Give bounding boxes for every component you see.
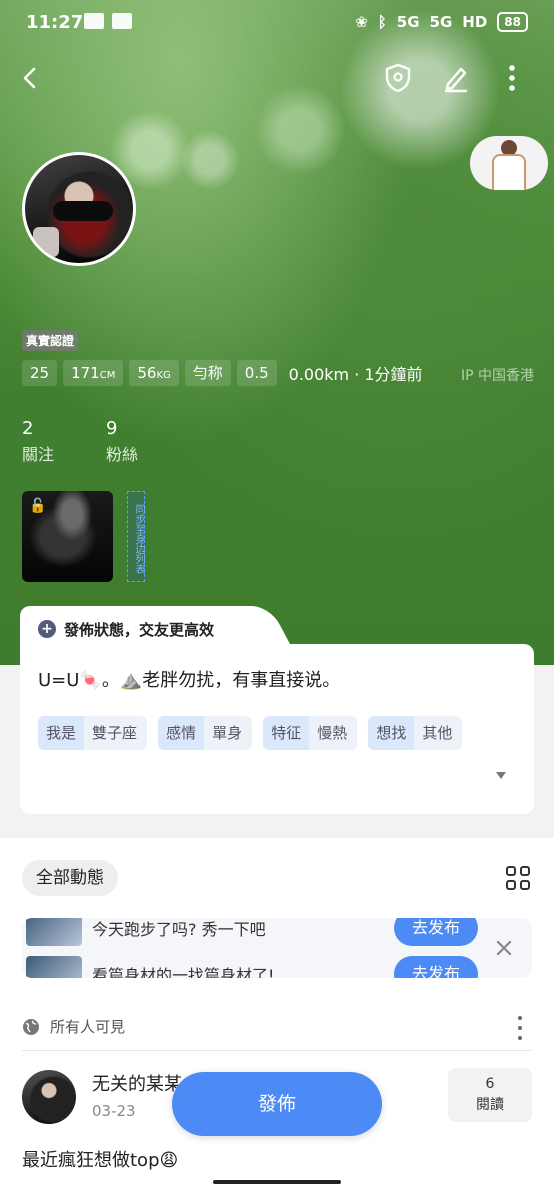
more-vertical-icon (509, 65, 515, 91)
reads-counter: 6 閱讀 (448, 1068, 532, 1122)
visitor-avatar[interactable] (470, 136, 548, 190)
status-bar: 11:27 ❀ ᛒ 5G 5G HD 88 (0, 0, 554, 46)
banner-thumbnail (26, 918, 82, 946)
body-type-chip: 勻称 (184, 360, 231, 386)
status-text: U=U🍬。⛰️老胖勿扰，有事直接说。 (38, 670, 341, 691)
post-date: 03-23 (92, 1102, 136, 1120)
prompt-banner: 今天跑步了吗? 秀一下吧 去发布 看篇身材的一找篇身材了! 去发布 (22, 918, 532, 978)
banner-publish-button[interactable]: 去发布 (394, 918, 478, 946)
publish-button[interactable]: 發佈 (172, 1072, 382, 1136)
signal-icon: 5G (396, 13, 420, 31)
avatar-detail (33, 227, 59, 257)
tag-value: 單身 (204, 716, 253, 750)
divider (22, 1050, 532, 1051)
tag-item[interactable]: 想找 其他 (368, 716, 463, 750)
banner-row: 今天跑步了吗? 秀一下吧 去发布 (22, 918, 532, 948)
tag-item[interactable]: 我是 雙子座 (38, 716, 148, 750)
notification-icon (84, 13, 104, 29)
banner-row: 看篇身材的一找篇身材了! 去发布 (22, 954, 532, 978)
tag-item[interactable]: 感情 單身 (158, 716, 253, 750)
reads-count: 6 (485, 1076, 495, 1092)
role-chip: 0.5 (236, 360, 277, 386)
tag-value: 其他 (414, 716, 463, 750)
weight-unit: KG (156, 370, 171, 381)
post-author-avatar[interactable] (22, 1070, 76, 1124)
height-unit: CM (99, 370, 116, 381)
sync-to-list-button[interactable]: 同步至身边列表 (127, 491, 145, 582)
grid-icon[interactable] (506, 866, 530, 890)
privacy-button[interactable] (380, 60, 416, 96)
status-card: + 發佈狀態，交友更高效 U=U🍬。⛰️老胖勿扰，有事直接说。 我是 雙子座 感情… (20, 606, 534, 814)
feed-section: 全部動態 今天跑步了吗? 秀一下吧 去发布 看篇身材的一找篇身材了! 去发布 所… (0, 838, 554, 1200)
edit-profile-button[interactable] (438, 60, 474, 96)
cluster-icon: ❀ (355, 13, 368, 31)
private-photo[interactable]: 🔓 (22, 491, 113, 582)
hd-label: HD (462, 13, 488, 31)
status-time: 11:27 (26, 12, 84, 33)
height-value: 171 (71, 364, 100, 382)
tag-list: 我是 雙子座 感情 單身 特征 慢熱 想找 其他 (38, 716, 518, 758)
feed-filter-button[interactable]: 全部動態 (22, 860, 118, 896)
banner-text: 今天跑步了吗? 秀一下吧 (92, 920, 266, 939)
tag-value: 雙子座 (84, 716, 148, 750)
pencil-icon (444, 67, 468, 93)
battery-indicator: 88 (497, 12, 528, 32)
shield-icon (385, 63, 411, 93)
status-body: U=U🍬。⛰️老胖勿扰，有事直接说。 我是 雙子座 感情 單身 特征 慢熱 想找 其他 (20, 644, 534, 814)
globe-icon (23, 1018, 39, 1035)
following-label: 關注 (22, 445, 55, 464)
post-more-icon[interactable] (512, 1016, 528, 1040)
distance-time: 0.00km · 1分鐘前 (288, 365, 423, 384)
back-button[interactable] (12, 60, 48, 96)
profile-avatar[interactable] (22, 152, 136, 266)
expand-caret-icon[interactable] (496, 772, 506, 779)
tag-key: 特征 (263, 716, 310, 750)
bluetooth-icon: ᛒ (377, 13, 387, 31)
visibility-label: 所有人可見 (50, 1018, 126, 1036)
reads-label: 閱讀 (476, 1097, 504, 1113)
following-count: 2 (22, 418, 34, 439)
following-stat[interactable]: 2 關注 (22, 418, 54, 465)
banner-thumbnail (26, 956, 82, 978)
plus-icon: + (38, 620, 56, 638)
home-indicator[interactable] (213, 1180, 341, 1184)
followers-count: 9 (106, 418, 118, 439)
tag-item[interactable]: 特征 慢熱 (263, 716, 358, 750)
notification-icon (112, 13, 132, 29)
status-tab-title: 發佈狀態，交友更高效 (64, 620, 215, 639)
banner-text: 看篇身材的一找篇身材了! (92, 966, 275, 978)
verified-badge: 真實認證 (22, 330, 79, 351)
tag-key: 想找 (368, 716, 415, 750)
status-app-icons (84, 13, 132, 29)
profile-stats: 25 171CM 56KG 勻称 0.5 0.00km · 1分鐘前 (22, 360, 423, 386)
ip-location: IP 中国香港 (460, 368, 534, 384)
banner-publish-button[interactable]: 去发布 (394, 956, 478, 978)
weight-chip: 56KG (129, 360, 179, 386)
status-right-icons: ❀ ᛒ 5G 5G HD 88 (355, 12, 528, 32)
age-chip: 25 (22, 360, 58, 386)
more-button[interactable] (494, 60, 530, 96)
height-chip: 171CM (63, 360, 124, 386)
unlock-icon: 🔓 (29, 498, 47, 514)
visibility-row: 所有人可見 (22, 1016, 125, 1037)
post-text: 最近瘋狂想做top😩 (22, 1150, 179, 1171)
weight-value: 56 (137, 364, 157, 382)
post-author-name[interactable]: 无关的某某 (92, 1070, 182, 1096)
tag-key: 我是 (38, 716, 85, 750)
close-icon[interactable] (494, 938, 514, 958)
signal-icon: 5G (429, 13, 453, 31)
followers-label: 粉絲 (106, 445, 139, 464)
tag-key: 感情 (158, 716, 205, 750)
followers-stat[interactable]: 9 粉絲 (106, 418, 138, 465)
chevron-left-icon (23, 67, 36, 89)
tag-value: 慢熱 (309, 716, 358, 750)
avatar-detail (492, 154, 526, 190)
avatar-detail (53, 201, 113, 221)
